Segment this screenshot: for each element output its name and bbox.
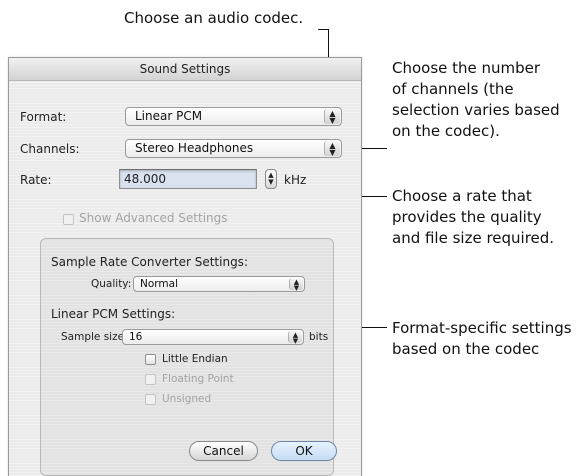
- stepper-icon[interactable]: ▲ ▼: [265, 169, 277, 189]
- show-advanced-checkbox[interactable]: [63, 214, 74, 225]
- sample-size-label: Sample size:: [61, 331, 128, 343]
- format-popup[interactable]: Linear PCM ▲ ▼: [125, 107, 342, 126]
- format-value: Linear PCM: [135, 109, 203, 123]
- src-heading: Sample Rate Converter Settings:: [51, 255, 248, 269]
- updown-arrows-icon: ▲ ▼: [324, 141, 340, 157]
- rate-field[interactable]: 48.000: [119, 169, 257, 189]
- pcm-heading: Linear PCM Settings:: [51, 307, 176, 321]
- rate-unit: kHz: [284, 173, 307, 187]
- callout-channels-line-4: on the codec).: [392, 122, 500, 140]
- channels-label: Channels:: [20, 142, 80, 156]
- little-endian-label: Little Endian: [162, 353, 228, 365]
- sample-size-unit: bits: [309, 331, 329, 343]
- quality-value: Normal: [140, 278, 178, 290]
- callout-format-line-1: Format-specific settings: [392, 319, 572, 337]
- callout-channels-line-3: selection varies based: [392, 101, 560, 119]
- quality-popup[interactable]: Normal ▲ ▼: [133, 276, 305, 292]
- callout-format-line-2: based on the codec: [392, 340, 540, 358]
- floating-point-label: Floating Point: [162, 373, 234, 385]
- updown-arrows-icon: ▲ ▼: [288, 331, 302, 344]
- format-label: Format:: [20, 110, 67, 124]
- callout-channels-line-2: of channels (the: [392, 80, 514, 98]
- show-advanced-label: Show Advanced Settings: [79, 211, 228, 225]
- channels-popup[interactable]: Stereo Headphones ▲ ▼: [125, 139, 342, 158]
- updown-arrows-icon: ▲ ▼: [324, 109, 340, 125]
- callout-channels: Choose the number of channels (the selec…: [392, 58, 560, 142]
- callout-rate: Choose a rate that provides the quality …: [392, 186, 554, 249]
- callout-rate-line-2: provides the quality: [392, 208, 542, 226]
- sound-settings-dialog: Sound Settings Format: Linear PCM ▲ ▼ Cha…: [8, 57, 362, 476]
- sample-size-popup[interactable]: 16 ▲ ▼: [122, 329, 304, 345]
- callout-format-specific: Format-specific settings based on the co…: [392, 318, 572, 360]
- unsigned-label: Unsigned: [162, 393, 212, 405]
- unsigned-checkbox[interactable]: [145, 394, 156, 405]
- callout-channels-line-1: Choose the number: [392, 59, 541, 77]
- ok-button[interactable]: OK: [271, 441, 337, 461]
- callout-rate-line-1: Choose a rate that: [392, 187, 532, 205]
- quality-label: Quality:: [91, 278, 132, 290]
- rate-label: Rate:: [20, 173, 52, 187]
- callout-codec: Choose an audio codec.: [124, 9, 304, 27]
- sample-size-value: 16: [129, 331, 143, 343]
- callout-rate-line-3: and file size required.: [392, 229, 555, 247]
- dialog-title: Sound Settings: [9, 58, 361, 81]
- little-endian-checkbox[interactable]: [145, 354, 156, 365]
- channels-value: Stereo Headphones: [135, 141, 254, 155]
- updown-arrows-icon: ▲ ▼: [289, 278, 303, 291]
- floating-point-checkbox[interactable]: [145, 374, 156, 385]
- cancel-button[interactable]: Cancel: [189, 441, 258, 461]
